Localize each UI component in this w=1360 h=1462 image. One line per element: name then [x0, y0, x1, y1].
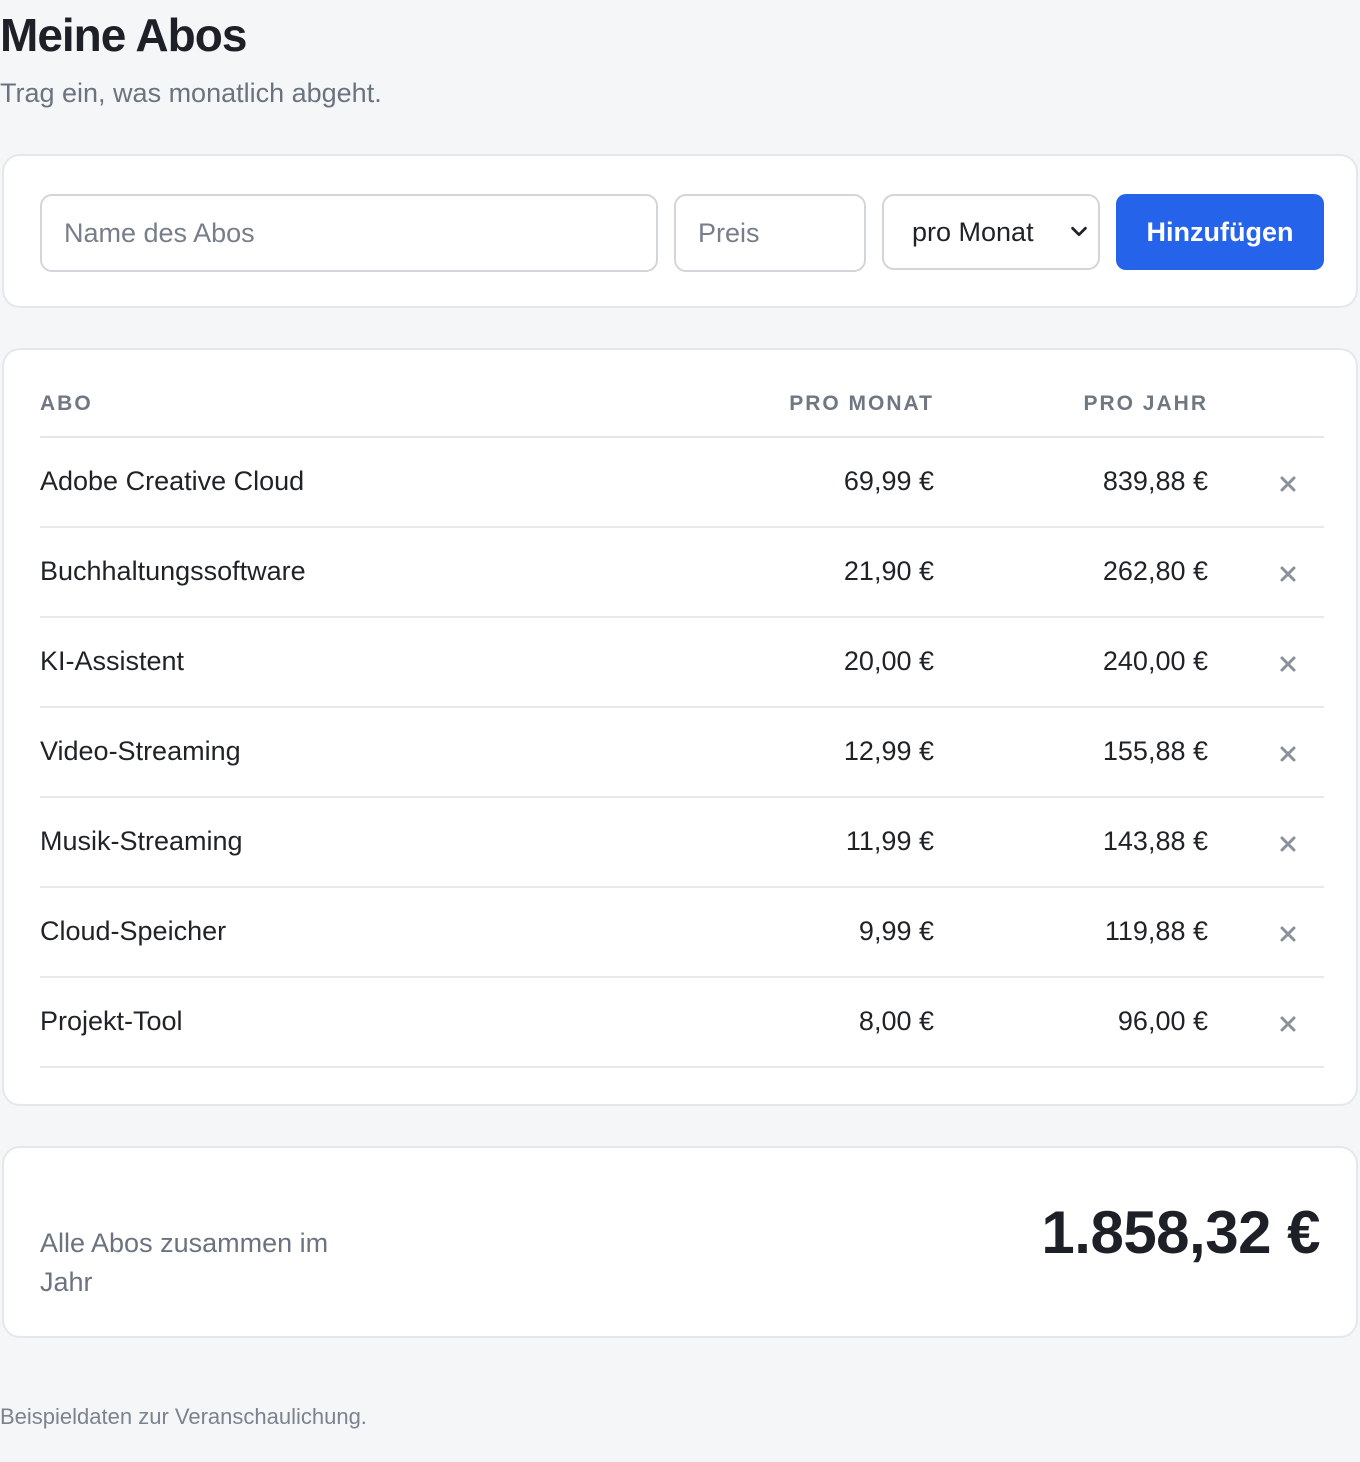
- add-subscription-button[interactable]: Hinzufügen: [1116, 194, 1324, 270]
- monthly-price: 69,99 €: [843, 466, 934, 496]
- footnote: Beispieldaten zur Veranschaulichung.: [0, 1404, 367, 1429]
- close-icon[interactable]: [1276, 562, 1300, 586]
- subscription-price-input[interactable]: [674, 194, 866, 272]
- yearly-price: 96,00 €: [1117, 1006, 1208, 1036]
- column-header-abo: ABO: [40, 392, 93, 415]
- yearly-price: 839,88 €: [1102, 466, 1208, 496]
- table-body: Adobe Creative Cloud 69,99 € 839,88 € Bu…: [40, 438, 1324, 1068]
- monthly-price: 11,99 €: [845, 826, 934, 856]
- subscription-name: Video-Streaming: [40, 736, 241, 766]
- billing-interval-select[interactable]: pro Monat: [882, 194, 1100, 270]
- yearly-price: 143,88 €: [1102, 826, 1208, 856]
- page-title: Meine Abos: [0, 9, 247, 61]
- yearly-price: 155,88 €: [1102, 736, 1208, 766]
- billing-interval-value: pro Monat: [912, 216, 1034, 247]
- table-row: Adobe Creative Cloud 69,99 € 839,88 €: [40, 438, 1324, 528]
- table-row: Cloud-Speicher 9,99 € 119,88 €: [40, 888, 1324, 978]
- monthly-price: 12,99 €: [843, 736, 934, 766]
- close-icon[interactable]: [1276, 1012, 1300, 1036]
- yearly-price: 240,00 €: [1102, 646, 1208, 676]
- yearly-total-card: Alle Abos zusammen im Jahr 1.858,32 €: [2, 1146, 1358, 1338]
- subscription-name: Projekt-Tool: [40, 1006, 183, 1036]
- subscription-name: Buchhaltungssoftware: [40, 556, 306, 586]
- close-icon[interactable]: [1276, 652, 1300, 676]
- close-icon[interactable]: [1276, 832, 1300, 856]
- monthly-price: 8,00 €: [858, 1006, 934, 1036]
- total-value: 1.858,32 €: [1041, 1199, 1320, 1266]
- subscription-name: Adobe Creative Cloud: [40, 466, 305, 496]
- yearly-price: 262,80 €: [1102, 556, 1208, 586]
- table-row: KI-Assistent 20,00 € 240,00 €: [40, 618, 1324, 708]
- column-header-month: PRO MONAT: [789, 392, 934, 415]
- table-row: Video-Streaming 12,99 € 155,88 €: [40, 708, 1324, 798]
- close-icon[interactable]: [1276, 472, 1300, 496]
- table-row: Musik-Streaming 11,99 € 143,88 €: [40, 798, 1324, 888]
- table-header: ABO PRO MONAT PRO JAHR: [40, 392, 1324, 438]
- page: Meine Abos Trag ein, was monatlich abgeh…: [0, 0, 1360, 1462]
- subscription-name: Musik-Streaming: [40, 826, 243, 856]
- chevron-down-icon: [1071, 226, 1087, 237]
- page-subtitle: Trag ein, was monatlich abgeht.: [0, 78, 382, 108]
- add-subscription-form: pro Monat Hinzufügen: [2, 154, 1358, 308]
- yearly-price: 119,88 €: [1104, 916, 1208, 946]
- subscription-name: KI-Assistent: [40, 646, 185, 676]
- subscription-name: Cloud-Speicher: [40, 916, 227, 946]
- total-label: Alle Abos zusammen im Jahr: [40, 1228, 329, 1297]
- subscription-table: ABO PRO MONAT PRO JAHR Adobe Creative Cl…: [2, 348, 1358, 1106]
- column-header-year: PRO JAHR: [1083, 392, 1208, 415]
- table-row: Projekt-Tool 8,00 € 96,00 €: [40, 978, 1324, 1068]
- table-row: Buchhaltungssoftware 21,90 € 262,80 €: [40, 528, 1324, 618]
- subscription-name-input[interactable]: [40, 194, 658, 272]
- close-icon[interactable]: [1276, 742, 1300, 766]
- monthly-price: 20,00 €: [843, 646, 934, 676]
- monthly-price: 9,99 €: [858, 916, 934, 946]
- monthly-price: 21,90 €: [843, 556, 934, 586]
- close-icon[interactable]: [1276, 922, 1300, 946]
